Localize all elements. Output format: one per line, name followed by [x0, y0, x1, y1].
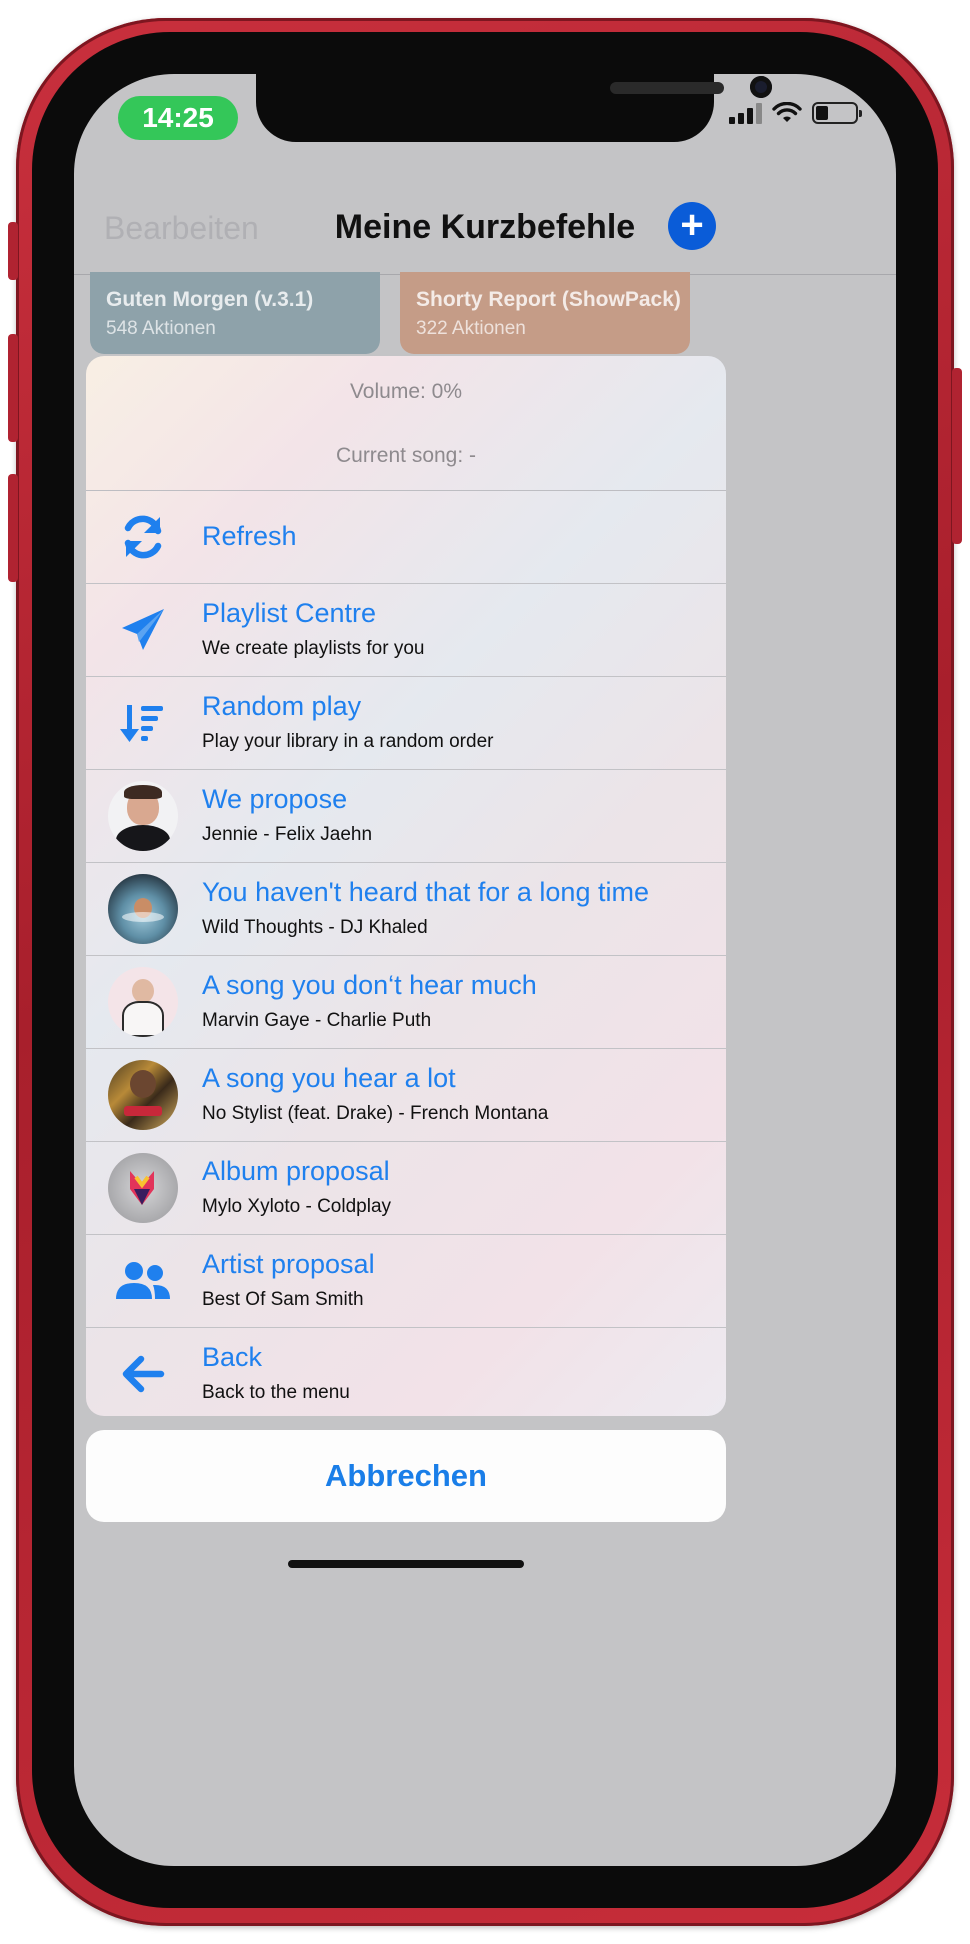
- menu-item-refresh[interactable]: Refresh: [86, 491, 726, 584]
- menu-item-subtitle: No Stylist (feat. Drake) - French Montan…: [202, 1103, 549, 1124]
- menu-item-long-time[interactable]: You haven't heard that for a long time W…: [86, 863, 726, 956]
- menu-item-hear-a-lot[interactable]: A song you hear a lot No Stylist (feat. …: [86, 1049, 726, 1142]
- menu-item-dont-hear-much[interactable]: A song you don‘t hear much Marvin Gaye -…: [86, 956, 726, 1049]
- page-title: Meine Kurzbefehle: [334, 208, 636, 246]
- battery-icon: [812, 102, 862, 124]
- shortcut-card-subtitle: 548 Aktionen: [106, 318, 216, 339]
- current-song-text: Current song: -: [335, 444, 477, 467]
- menu-item-subtitle: Best Of Sam Smith: [202, 1289, 364, 1310]
- action-sheet: Volume: 0% Current song: - Refresh Playl…: [86, 356, 726, 1416]
- cellular-signal-icon: [729, 102, 762, 124]
- mute-switch: [8, 222, 18, 280]
- volume-text: Volume: 0%: [349, 380, 463, 403]
- album-cover: [108, 1153, 178, 1223]
- menu-item-title: Artist proposal: [202, 1249, 375, 1279]
- notch: [256, 74, 772, 142]
- menu-item-subtitle: Back to the menu: [202, 1382, 350, 1403]
- menu-item-title: Back: [202, 1342, 263, 1372]
- sort-descending-icon: [108, 688, 178, 758]
- menu-item-title: We propose: [202, 784, 348, 814]
- status-indicators: [729, 102, 862, 124]
- shortcut-card[interactable]: Guten Morgen (v.3.1) 548 Aktionen: [90, 272, 380, 354]
- menu-item-playlist-centre[interactable]: Playlist Centre We create playlists for …: [86, 584, 726, 677]
- artist-avatar: [108, 781, 178, 851]
- shortcut-card-subtitle: 322 Aktionen: [416, 318, 526, 339]
- menu-item-title: A song you hear a lot: [202, 1063, 456, 1093]
- menu-item-title: Random play: [202, 691, 362, 721]
- speaker-grille: [610, 82, 724, 94]
- menu-item-subtitle: We create playlists for you: [202, 638, 425, 659]
- status-time: 14:25: [118, 96, 238, 140]
- shortcut-card[interactable]: Shorty Report (ShowPack) 322 Aktionen: [400, 272, 690, 354]
- menu-item-random-play[interactable]: Random play Play your library in a rando…: [86, 677, 726, 770]
- front-camera: [750, 76, 772, 98]
- volume-up-button: [8, 334, 18, 442]
- paper-plane-icon: [108, 595, 178, 665]
- screen: 14:25 Bearbeiten Meine Kurzbefehle + Gut…: [74, 74, 896, 1866]
- navigation-bar: Bearbeiten Meine Kurzbefehle +: [74, 184, 896, 274]
- plus-circle-icon[interactable]: +: [668, 202, 716, 250]
- menu-item-album-proposal[interactable]: Album proposal Mylo Xyloto - Coldplay: [86, 1142, 726, 1235]
- menu-item-subtitle: Mylo Xyloto - Coldplay: [202, 1196, 392, 1217]
- album-cover: [108, 1060, 178, 1130]
- shortcut-card-title: Shorty Report (ShowPack): [416, 288, 681, 311]
- cancel-button[interactable]: Abbrechen: [86, 1430, 726, 1522]
- home-indicator[interactable]: [288, 1560, 524, 1568]
- menu-item-artist-proposal[interactable]: Artist proposal Best Of Sam Smith: [86, 1235, 726, 1328]
- wifi-icon: [772, 102, 802, 122]
- menu-item-subtitle: Marvin Gaye - Charlie Puth: [202, 1010, 432, 1031]
- shortcut-card-title: Guten Morgen (v.3.1): [106, 288, 314, 311]
- menu-item-title: Playlist Centre: [202, 598, 377, 628]
- menu-item-title: Refresh: [202, 521, 297, 551]
- menu-item-title: A song you don‘t hear much: [202, 970, 537, 1000]
- action-sheet-header: Volume: 0% Current song: -: [86, 356, 726, 491]
- menu-item-subtitle: Wild Thoughts - DJ Khaled: [202, 917, 428, 938]
- users-icon: [108, 1246, 178, 1316]
- refresh-icon: [108, 502, 178, 572]
- menu-item-title: You haven't heard that for a long time: [202, 877, 649, 907]
- album-cover: [108, 967, 178, 1037]
- power-button: [952, 368, 962, 544]
- album-cover: [108, 874, 178, 944]
- menu-item-subtitle: Play your library in a random order: [202, 731, 494, 752]
- menu-item-we-propose[interactable]: We propose Jennie - Felix Jaehn: [86, 770, 726, 863]
- menu-item-back[interactable]: Back Back to the menu: [86, 1328, 726, 1416]
- volume-down-button: [8, 474, 18, 582]
- menu-item-title: Album proposal: [202, 1156, 390, 1186]
- menu-item-subtitle: Jennie - Felix Jaehn: [202, 824, 373, 845]
- arrow-left-icon: [108, 1339, 178, 1409]
